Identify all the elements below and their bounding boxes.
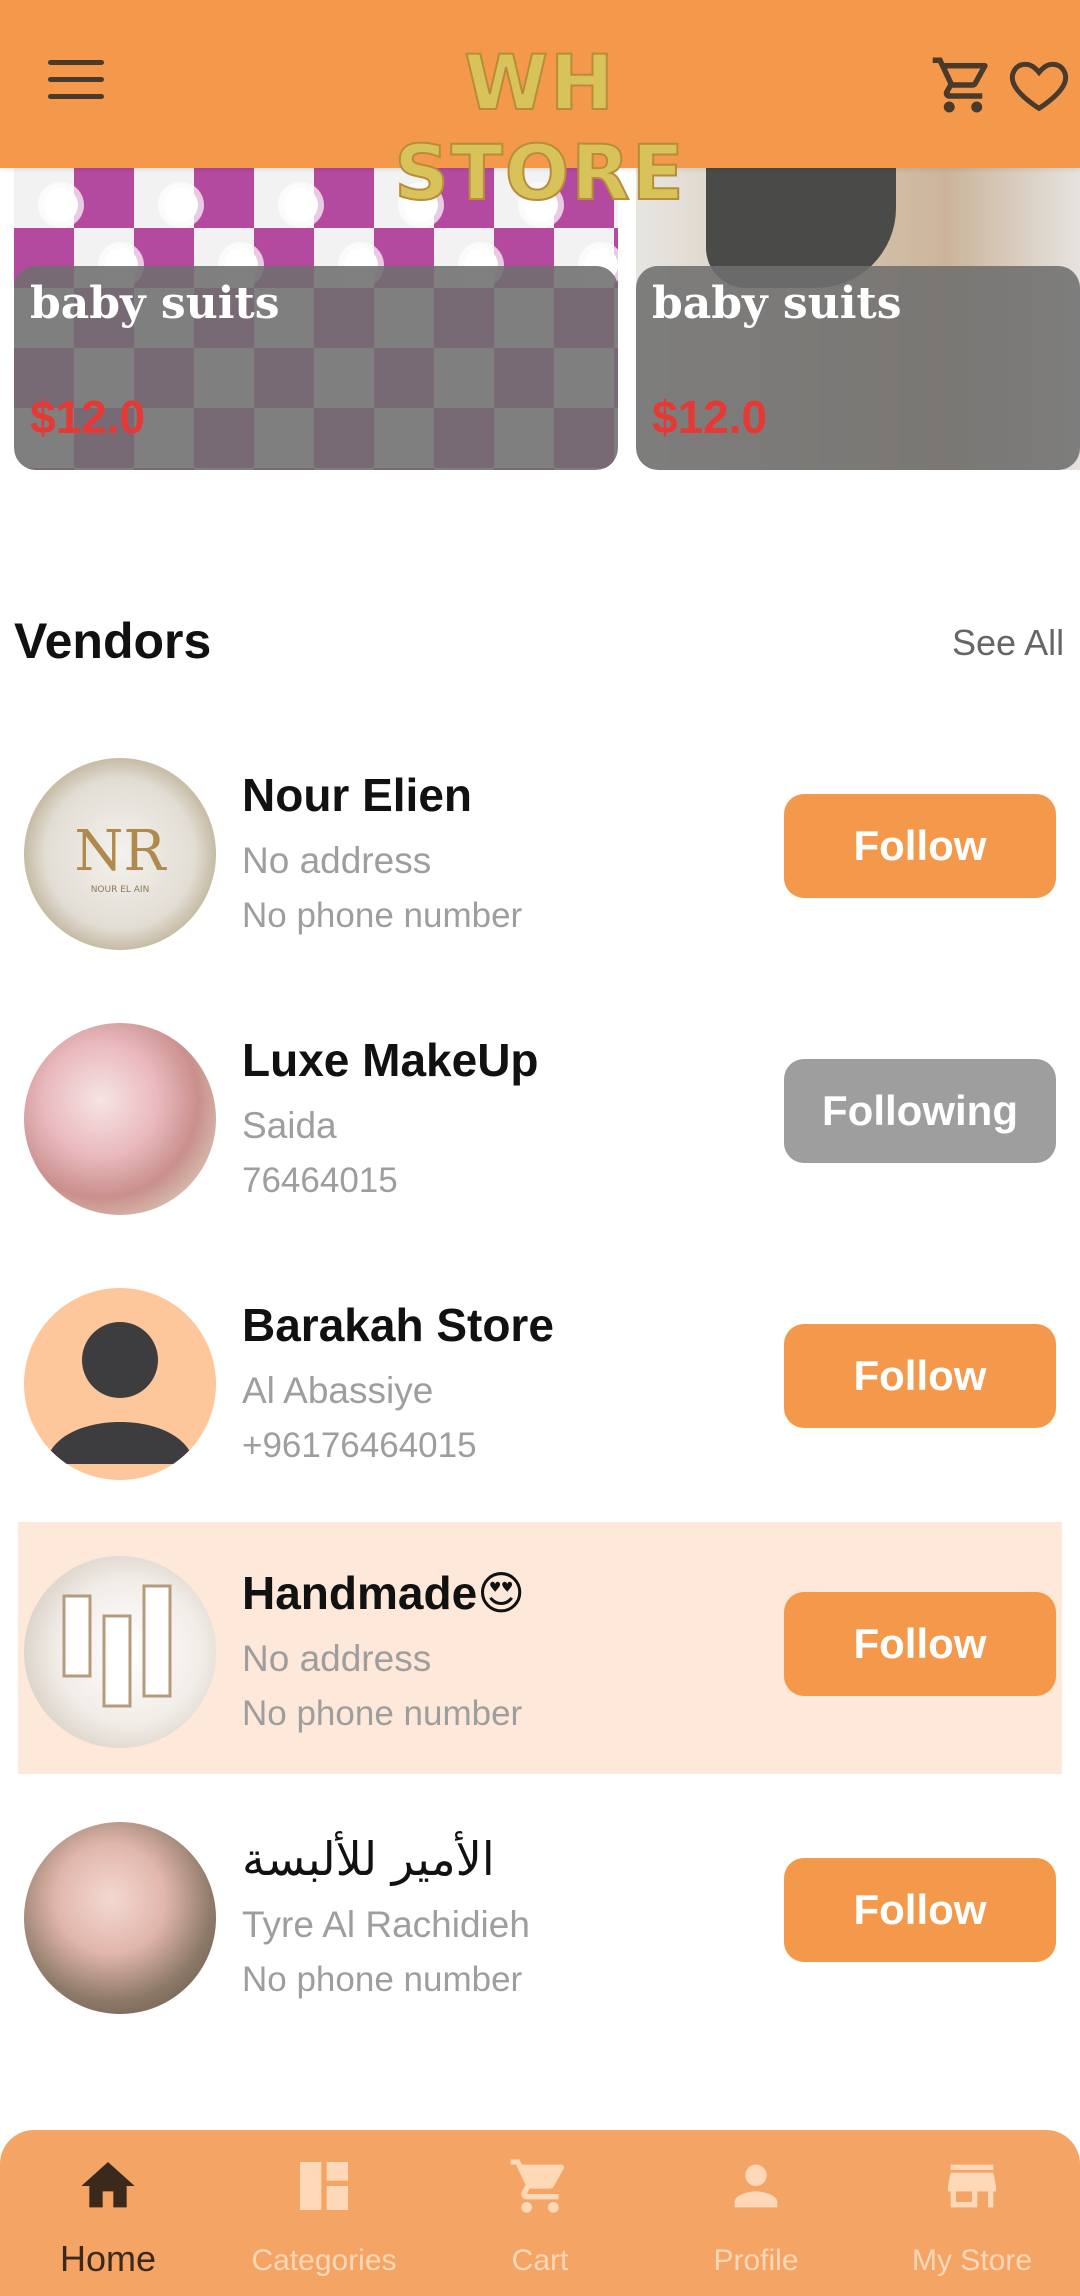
vendor-row[interactable]: Barakah Store Al Abassiye +96176464015 F… — [18, 1254, 1062, 1506]
vendor-phone: 76464015 — [242, 1161, 398, 1200]
svg-text:NR: NR — [74, 819, 167, 884]
vendor-phone: No phone number — [242, 896, 523, 935]
nav-label: Profile — [713, 2244, 799, 2277]
vendor-name: Barakah Store — [242, 1299, 554, 1351]
store-icon — [948, 2164, 996, 2208]
vendor-row[interactable]: Handmade😍 No address No phone number Fol… — [18, 1522, 1062, 1774]
nav-profile[interactable]: Profile — [648, 2130, 864, 2296]
heart-icon[interactable] — [1006, 52, 1072, 118]
nav-cart[interactable]: Cart — [432, 2130, 648, 2296]
product-name: baby suits — [30, 278, 280, 329]
flower-pattern — [164, 188, 198, 222]
nav-home[interactable]: Home — [0, 2130, 216, 2296]
vendor-address: Tyre Al Rachidieh — [242, 1904, 530, 1945]
vendor-name: Nour Elien — [242, 769, 473, 821]
vendor-address: Saida — [242, 1105, 337, 1146]
vendor-phone: +96176464015 — [242, 1426, 477, 1465]
vendor-avatar — [24, 1556, 216, 1748]
bottom-nav: Home Categories Cart Profile My Store — [0, 2130, 1080, 2296]
default-avatar-icon — [24, 1288, 216, 1480]
nav-label: Cart — [511, 2244, 569, 2277]
cart-icon — [510, 2159, 565, 2213]
vendor-name: Handmade😍 — [242, 1567, 526, 1619]
vendors-title: Vendors — [14, 613, 212, 669]
follow-button[interactable]: Follow — [784, 1324, 1056, 1428]
hamburger-menu-icon[interactable] — [48, 60, 114, 110]
svg-text:NOUR EL AIN: NOUR EL AIN — [91, 885, 150, 895]
flower-pattern — [44, 188, 78, 222]
product-price: $12.0 — [30, 391, 146, 443]
product-card[interactable]: baby suits $12.0 — [636, 168, 1080, 470]
store-logo: WH STORE — [393, 37, 686, 218]
vendor-name: الأمير للألبسة — [242, 1832, 495, 1886]
vendor-row[interactable]: NR NOUR EL AIN Nour Elien No address No p… — [18, 724, 1062, 976]
following-button[interactable]: Following — [784, 1059, 1056, 1163]
nav-my-store[interactable]: My Store — [864, 2130, 1080, 2296]
vendor-phone: No phone number — [242, 1694, 523, 1733]
vendor-avatar: NR NOUR EL AIN — [24, 758, 216, 950]
vendor-address: No address — [242, 1638, 432, 1679]
profile-icon — [734, 2164, 778, 2208]
vendor-address: Al Abassiye — [242, 1370, 434, 1411]
categories-icon — [300, 2162, 348, 2210]
nav-categories[interactable]: Categories — [216, 2130, 432, 2296]
vendor-row[interactable]: الأمير للألبسة Tyre Al Rachidieh No phon… — [18, 1788, 1062, 2040]
follow-button[interactable]: Follow — [784, 1592, 1056, 1696]
product-name: baby suits — [652, 278, 902, 329]
vendor-address: No address — [242, 840, 432, 881]
cart-icon[interactable] — [930, 52, 996, 118]
flower-pattern — [284, 188, 318, 222]
vendor-row[interactable]: Luxe MakeUp Saida 76464015 Following — [18, 989, 1062, 1241]
vendor-avatar — [24, 1822, 216, 2014]
nav-label: Home — [59, 2238, 157, 2279]
nav-label: Categories — [251, 2244, 397, 2277]
nav-label: My Store — [911, 2244, 1033, 2277]
home-icon — [81, 2162, 135, 2208]
vendor-avatar — [24, 1023, 216, 1215]
see-all-link[interactable]: See All — [952, 622, 1064, 664]
product-price: $12.0 — [652, 391, 768, 443]
follow-button[interactable]: Follow — [784, 1858, 1056, 1962]
vendor-name: Luxe MakeUp — [242, 1034, 539, 1086]
app-bar: WH STORE — [0, 0, 1080, 218]
follow-button[interactable]: Follow — [784, 794, 1056, 898]
vendor-phone: No phone number — [242, 1960, 523, 1999]
